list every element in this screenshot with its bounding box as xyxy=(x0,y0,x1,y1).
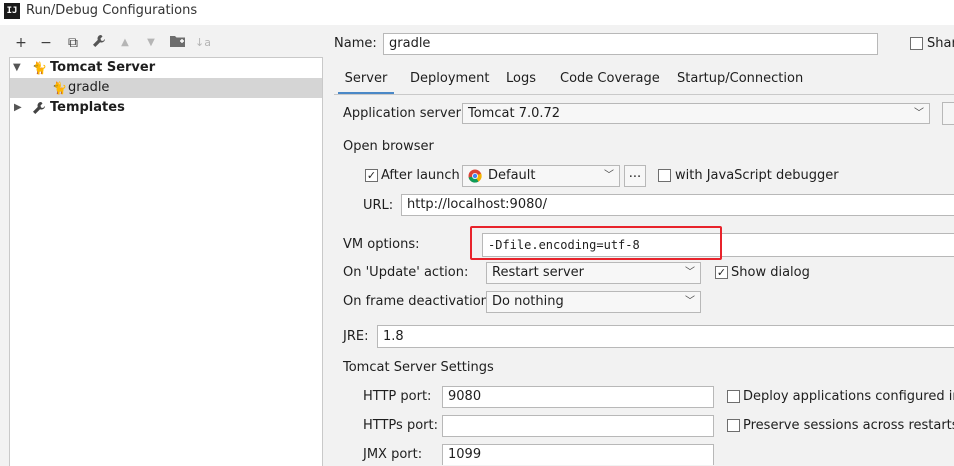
jre-label: JRE: xyxy=(343,329,369,344)
templates-wrench-glyph xyxy=(33,102,45,114)
tab-server[interactable]: Server xyxy=(338,69,394,95)
move-up-icon[interactable]: ▲ xyxy=(116,34,134,52)
window-title: Run/Debug Configurations xyxy=(26,3,198,18)
browser-value: Default xyxy=(488,168,536,183)
js-debugger-label: with JavaScript debugger xyxy=(675,168,839,183)
tree-label-templates: Templates xyxy=(50,100,125,115)
jmx-port-label: JMX port: xyxy=(363,447,423,462)
tabs-divider xyxy=(334,94,954,95)
wrench-glyph xyxy=(93,35,105,47)
remove-icon[interactable]: − xyxy=(37,34,55,52)
preserve-sessions-checkbox[interactable] xyxy=(727,419,740,432)
chevron-down-icon: ﹀ xyxy=(604,170,614,181)
chrome-icon xyxy=(468,169,482,183)
share-checkbox[interactable] xyxy=(910,37,923,50)
tab-logs[interactable]: Logs xyxy=(506,69,536,95)
chevron-down-icon: ﹀ xyxy=(685,296,695,307)
configuration-tree[interactable]: ▼ 🐈 Tomcat Server 🐈 gradle ▶ Templates xyxy=(9,57,323,466)
https-port-input[interactable] xyxy=(442,415,714,437)
move-down-icon[interactable]: ▼ xyxy=(142,34,160,52)
tab-deployment[interactable]: Deployment xyxy=(410,69,490,95)
url-input[interactable]: http://localhost:9080/ xyxy=(401,194,954,216)
configure-server-button[interactable] xyxy=(942,102,954,125)
app-server-value: Tomcat 7.0.72 xyxy=(468,106,561,121)
title-bar: IJ Run/Debug Configurations xyxy=(0,0,954,25)
after-launch-label: After launch xyxy=(381,168,460,183)
add-icon[interactable]: + xyxy=(12,34,30,52)
on-frame-deactivation-select[interactable]: Do nothing ﹀ xyxy=(486,291,701,313)
chevron-down-icon: ﹀ xyxy=(685,267,695,278)
https-port-label: HTTPs port: xyxy=(363,418,438,433)
url-label: URL: xyxy=(363,198,394,213)
tree-label-tomcat-server: Tomcat Server xyxy=(50,60,156,75)
folder-icon[interactable] xyxy=(168,34,186,52)
tree-item-gradle[interactable]: 🐈 gradle xyxy=(10,78,322,98)
tomcat-icon: 🐈 xyxy=(32,61,47,75)
name-label: Name: xyxy=(334,36,377,51)
show-dialog-label: Show dialog xyxy=(731,265,810,280)
wrench-icon xyxy=(32,101,46,122)
show-dialog-checkbox[interactable]: ✓ xyxy=(715,266,728,279)
sort-icon[interactable]: ↓a xyxy=(194,34,212,52)
copy-icon[interactable]: ⧉ xyxy=(64,34,82,52)
jmx-port-input[interactable]: 1099 xyxy=(442,444,714,465)
preserve-sessions-label: Preserve sessions across restarts an xyxy=(743,418,954,433)
on-update-value: Restart server xyxy=(492,265,585,280)
after-launch-checkbox[interactable]: ✓ xyxy=(365,169,378,182)
chevron-down-icon[interactable]: ▼ xyxy=(13,58,21,78)
folder-glyph xyxy=(169,36,185,47)
tomcat-config-icon: 🐈 xyxy=(52,81,67,95)
intellij-app-icon: IJ xyxy=(4,3,20,19)
tree-label-gradle: gradle xyxy=(68,80,110,95)
http-port-label: HTTP port: xyxy=(363,389,432,404)
wrench-icon[interactable] xyxy=(90,34,108,52)
on-frame-deactivation-label: On frame deactivation: xyxy=(343,294,494,309)
tomcat-settings-label: Tomcat Server Settings xyxy=(343,360,494,375)
on-update-label: On 'Update' action: xyxy=(343,265,469,280)
browser-select[interactable]: Default ﹀ xyxy=(462,165,620,187)
highlight-box xyxy=(470,226,722,260)
http-port-input[interactable]: 9080 xyxy=(442,386,714,408)
deploy-apps-checkbox[interactable] xyxy=(727,390,740,403)
js-debugger-checkbox[interactable] xyxy=(658,169,671,182)
app-server-label: Application server: xyxy=(343,106,466,121)
open-browser-label: Open browser xyxy=(343,139,434,154)
chevron-right-icon[interactable]: ▶ xyxy=(14,98,22,118)
on-update-select[interactable]: Restart server ﹀ xyxy=(486,262,701,284)
tab-code-coverage[interactable]: Code Coverage xyxy=(560,69,660,95)
name-input[interactable]: gradle xyxy=(383,33,878,55)
tree-item-tomcat-server[interactable]: ▼ 🐈 Tomcat Server xyxy=(10,58,322,78)
tab-startup-connection[interactable]: Startup/Connection xyxy=(677,69,803,95)
browse-browser-button[interactable]: ... xyxy=(624,165,646,187)
jre-input[interactable]: 1.8 xyxy=(377,325,954,348)
vm-options-label: VM options: xyxy=(343,237,420,252)
share-label: Share xyxy=(927,36,954,51)
app-server-select[interactable]: Tomcat 7.0.72 ﹀ xyxy=(462,103,930,124)
chevron-down-icon: ﹀ xyxy=(914,108,924,119)
deploy-apps-label: Deploy applications configured in To xyxy=(743,389,954,404)
on-frame-deactivation-value: Do nothing xyxy=(492,294,564,309)
tree-item-templates[interactable]: ▶ Templates xyxy=(10,98,322,118)
